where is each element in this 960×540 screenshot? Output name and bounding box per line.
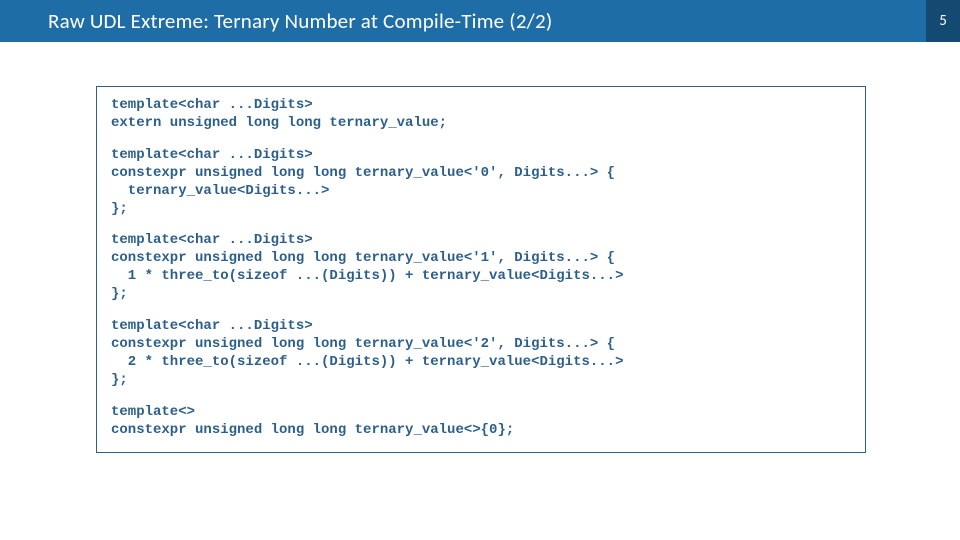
code-block: template<> constexpr unsigned long long … <box>111 404 851 440</box>
code-block: template<char ...Digits> extern unsigned… <box>111 97 851 133</box>
code-block: template<char ...Digits> constexpr unsig… <box>111 147 851 219</box>
code-block: template<char ...Digits> constexpr unsig… <box>111 318 851 390</box>
slide: Raw UDL Extreme: Ternary Number at Compi… <box>0 0 960 540</box>
code-listing: template<char ...Digits> extern unsigned… <box>96 86 866 453</box>
slide-title: Raw UDL Extreme: Ternary Number at Compi… <box>48 8 552 34</box>
page-number-badge: 5 <box>926 0 960 42</box>
title-bar: Raw UDL Extreme: Ternary Number at Compi… <box>0 0 960 42</box>
code-block: template<char ...Digits> constexpr unsig… <box>111 232 851 304</box>
